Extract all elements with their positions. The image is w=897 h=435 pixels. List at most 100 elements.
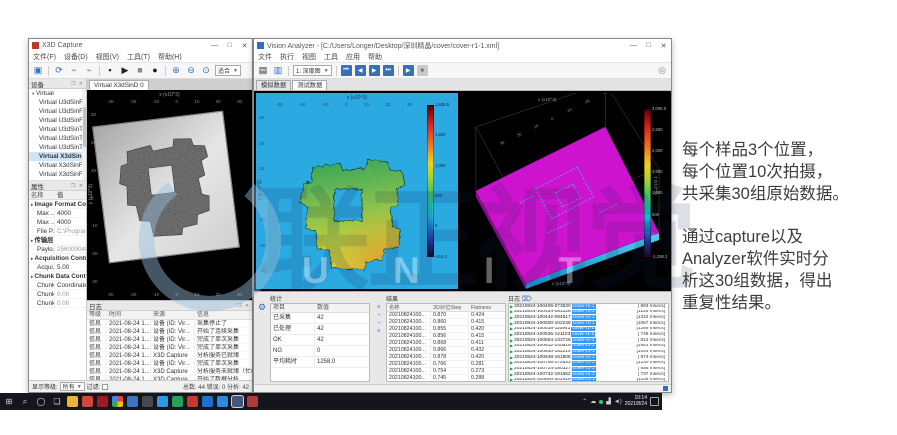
open-icon[interactable]: ▤: [257, 65, 269, 77]
property-row[interactable]: Chunk... 0.00: [29, 299, 86, 308]
tree-item[interactable]: Virtual U3dSinF 2: [29, 116, 86, 125]
tree-item[interactable]: Virtual U3dSinF 1: [29, 107, 86, 116]
panel-buttons[interactable]: ❐ ✕: [71, 81, 84, 87]
menu-item[interactable]: 应用: [346, 52, 360, 62]
next-result-icon[interactable]: ›: [376, 322, 381, 324]
property-row[interactable]: Max ... 4000: [29, 218, 86, 227]
first-result-icon[interactable]: «: [376, 305, 381, 308]
result-row[interactable]: 20210824100... 0.745 0.288: [387, 375, 505, 382]
menu-item[interactable]: 文件(F): [33, 52, 56, 62]
zoom-fit-icon[interactable]: ⊙: [200, 65, 212, 77]
viewer-tab[interactable]: Virtual X3dSinD 0: [89, 80, 149, 90]
filter-checkbox[interactable]: [102, 384, 108, 390]
menu-item[interactable]: 帮助: [368, 52, 382, 62]
stats-row[interactable]: NG 0: [271, 346, 369, 357]
surface-3d-view[interactable]: 3020100-10-20-30 -30-20-100102030 x (x10…: [460, 93, 669, 289]
close-button[interactable]: ✕: [237, 39, 252, 52]
app-yellow[interactable]: [67, 396, 78, 407]
menu-item[interactable]: 工具(T): [127, 52, 150, 62]
menu-item[interactable]: 工具: [324, 52, 338, 62]
stop-icon[interactable]: ■: [134, 65, 146, 77]
task-view-icon[interactable]: ❏: [51, 398, 63, 406]
data-tab[interactable]: 模拟数据: [256, 80, 291, 90]
result-row[interactable]: 20210824100... 0.870 0.424: [387, 312, 505, 319]
log-row[interactable]: 信息 2021-08-24 1... 设备 (ID: Vir... 完成了单次采…: [87, 344, 252, 352]
prev-result-icon[interactable]: ‹: [376, 314, 381, 316]
close-button[interactable]: ✕: [656, 39, 671, 52]
app-chrome[interactable]: [112, 396, 123, 407]
image-viewer-canvas[interactable]: x (x10^3) -30-20-100102030 -30-20-100102…: [87, 90, 252, 300]
video-icon[interactable]: ▶: [119, 65, 131, 77]
start-button[interactable]: ⊞: [3, 398, 15, 406]
app-acrobat[interactable]: [97, 396, 108, 407]
data-tab[interactable]: 测试数据: [292, 80, 327, 90]
record-icon[interactable]: ●: [149, 65, 161, 77]
app-red[interactable]: [187, 396, 198, 407]
app-green[interactable]: [172, 396, 183, 407]
tree-scrollbar[interactable]: [82, 89, 86, 180]
log-row[interactable]: 信息 2021-08-24 1... X3D Capture 分析服务未就绪（忙…: [87, 368, 252, 376]
property-row[interactable]: File P... C:\Program Fil...: [29, 227, 86, 236]
property-row[interactable]: Chunk... CoordinateC: [29, 281, 86, 290]
zoom-out-icon[interactable]: ⊖: [185, 65, 197, 77]
app-camera[interactable]: [157, 396, 168, 407]
log-row[interactable]: 信息 2021-08-24 1... 设备 (ID: Vir... 开始了连续采…: [87, 328, 252, 336]
taskbar-clock[interactable]: 10:14 2021/8/24: [625, 396, 647, 408]
zoom-mode-select[interactable]: 适合 ▼: [215, 65, 241, 76]
tree-item[interactable]: Virtual U3dSinT 0: [29, 125, 86, 134]
result-row[interactable]: 20210824100... 0.860 0.415: [387, 319, 505, 326]
depth-map-view[interactable]: x (x10^3) -30-20-100102030 3020100-10-20…: [256, 93, 458, 289]
log-row[interactable]: 信息 2021-08-24 1... X3D Capture 分析服务已就绪: [87, 352, 252, 360]
stats-row[interactable]: 已采集 42: [271, 313, 369, 324]
app-misc[interactable]: [247, 396, 258, 407]
run-button[interactable]: ▶: [403, 65, 414, 76]
menu-item[interactable]: 执行: [280, 52, 294, 62]
next-button[interactable]: ▶: [369, 65, 380, 76]
menu-item[interactable]: 帮助(H): [158, 52, 182, 62]
notification-center-icon[interactable]: [650, 397, 659, 406]
result-row[interactable]: 20210824100... 0.866 0.432: [387, 347, 505, 354]
search-icon[interactable]: ◎: [656, 65, 668, 77]
minimize-button[interactable]: —: [626, 39, 641, 52]
last-result-icon[interactable]: »: [376, 329, 381, 332]
stats-row[interactable]: 已处理 42: [271, 324, 369, 335]
menu-item[interactable]: 设备(D): [64, 52, 88, 62]
disconnect-icon[interactable]: ⌁: [83, 65, 95, 77]
save-icon[interactable]: ▥: [272, 65, 284, 77]
view-select[interactable]: 1: 深度图 ▼: [293, 65, 332, 76]
property-row[interactable]: Image Format Control: [29, 200, 86, 209]
tray-cloud-icon[interactable]: ☁: [590, 398, 596, 405]
prev-button[interactable]: ◀: [355, 65, 366, 76]
stop-button[interactable]: ■: [417, 65, 428, 76]
tree-root[interactable]: ▾ Virtual: [29, 89, 86, 98]
gear-icon[interactable]: ⚙: [258, 302, 266, 313]
app-edge[interactable]: [217, 396, 228, 407]
search-icon[interactable]: ⌕: [19, 398, 31, 406]
app-orange-red[interactable]: [82, 396, 93, 407]
property-row[interactable]: Max ... 4000: [29, 209, 86, 218]
app-folder[interactable]: [127, 396, 138, 407]
titlebar[interactable]: Vision Analyzer - [C:/Users/Longer/Deskt…: [254, 39, 671, 52]
maximize-button[interactable]: □: [222, 39, 237, 52]
minimize-button[interactable]: —: [207, 39, 222, 52]
tree-item[interactable]: Virtual U3dSinT 2: [29, 143, 86, 152]
log-row[interactable]: 信息 2021-08-24 1... 设备 (ID: Vir... 完成了单次采…: [87, 360, 252, 368]
tree-item[interactable]: Virtual U3dSinF 0: [29, 98, 86, 107]
property-row[interactable]: Chunk... 0.00: [29, 290, 86, 299]
panel-buttons[interactable]: ❐ ✕: [71, 183, 84, 189]
stats-row[interactable]: OK 42: [271, 335, 369, 346]
app-tool[interactable]: [142, 396, 153, 407]
result-row[interactable]: 20210824100... 0.766 0.281: [387, 361, 505, 368]
cortana-icon[interactable]: ◯: [35, 398, 47, 406]
level-select[interactable]: 所有 ▼: [60, 382, 85, 391]
property-row[interactable]: Acqui... 5.00: [29, 263, 86, 272]
connect-icon[interactable]: ⌁: [68, 65, 80, 77]
maximize-button[interactable]: □: [641, 39, 656, 52]
tray-volume-icon[interactable]: ◄): [614, 399, 622, 405]
menu-item[interactable]: 视图: [302, 52, 316, 62]
property-row[interactable]: Acquisition Control: [29, 254, 86, 263]
refresh-icon[interactable]: ⟳: [53, 65, 65, 77]
tray-network-icon[interactable]: ▟: [606, 398, 611, 405]
property-row[interactable]: 传输层: [29, 236, 86, 245]
tree-item[interactable]: Virtual X3dSinF 0: [29, 161, 86, 170]
